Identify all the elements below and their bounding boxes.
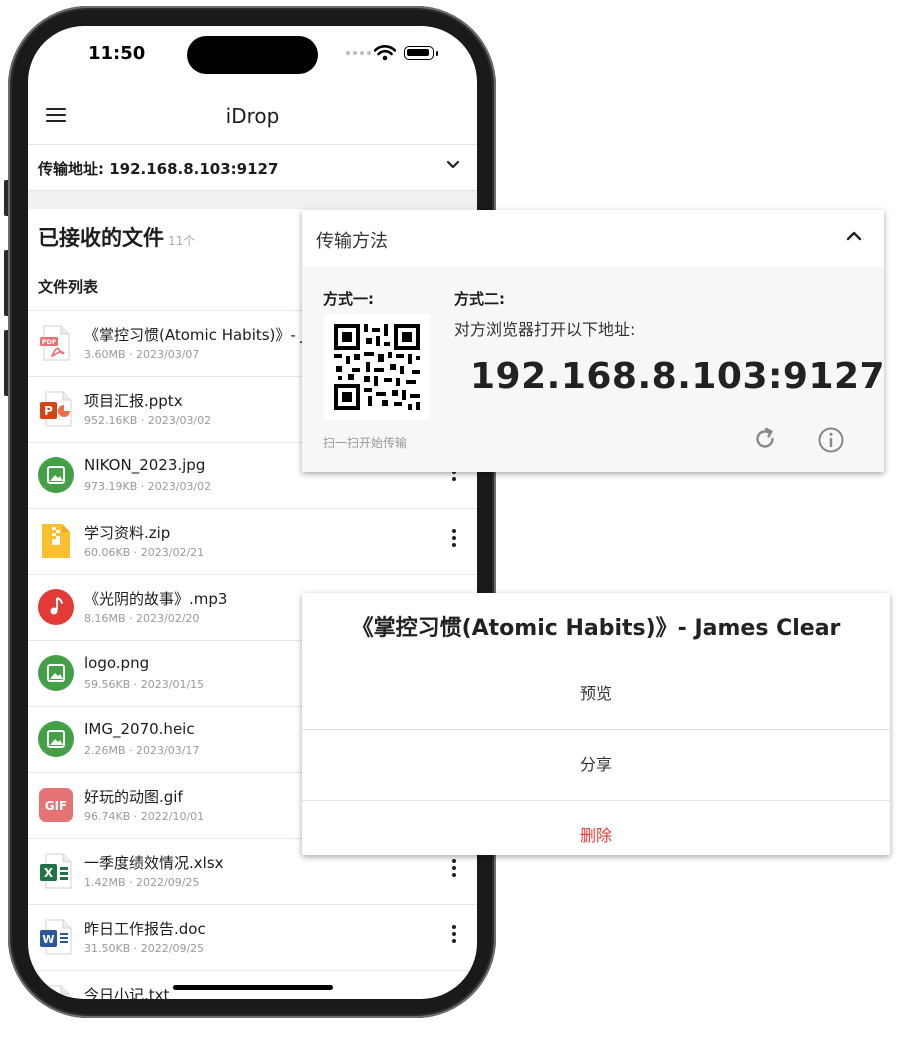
preview-button[interactable]: 预览: [302, 659, 890, 729]
file-action-sheet: 《掌控习惯(Atomic Habits)》- James Clear 预览 分享…: [302, 593, 890, 855]
file-meta: 8.16MB · 2023/02/20: [84, 612, 200, 625]
file-name: 今日小记.txt: [84, 986, 170, 999]
image-file-icon: [38, 457, 74, 493]
transfer-address-large: 192.168.8.103:9127: [470, 356, 886, 397]
xlsx-file-icon: X: [40, 853, 72, 889]
method-one-label: 方式一:: [323, 290, 374, 308]
doc-file-icon: W: [40, 919, 72, 955]
transfer-address-label: 传输地址: 192.168.8.103:9127: [38, 160, 279, 178]
more-vert-icon[interactable]: [448, 529, 460, 553]
image-file-icon: [38, 655, 74, 691]
transfer-address-row[interactable]: 传输地址: 192.168.8.103:9127: [28, 144, 477, 191]
file-list-header: 文件列表: [38, 278, 99, 296]
file-meta: 31.50KB · 2022/09/25: [84, 942, 205, 955]
file-row[interactable]: W 昨日工作报告.doc 31.50KB · 2022/09/25: [28, 905, 477, 971]
music-file-icon: [38, 589, 74, 625]
method-two-description: 对方浏览器打开以下地址:: [454, 320, 636, 339]
qr-caption: 扫一扫开始传输: [323, 436, 408, 450]
qr-code: [324, 314, 430, 420]
txt-file-icon: [43, 985, 70, 999]
gif-file-icon: GIF: [39, 788, 73, 822]
battery-icon: [404, 46, 434, 60]
pptx-file-icon: P: [40, 391, 72, 427]
section-divider: [28, 191, 477, 209]
file-meta: 3.60MB · 2023/03/07: [84, 348, 200, 361]
file-name: NIKON_2023.jpg: [84, 456, 206, 474]
more-vert-icon[interactable]: [448, 925, 460, 949]
app-title: iDrop: [225, 104, 280, 128]
svg-text:PDF: PDF: [42, 338, 57, 346]
chevron-down-icon[interactable]: [446, 160, 460, 170]
file-name: 《光阴的故事》.mp3: [84, 590, 228, 608]
transfer-method-header[interactable]: 传输方法: [302, 210, 884, 266]
file-meta: 1.42MB · 2022/09/25: [84, 876, 200, 889]
file-meta: 96.74KB · 2022/10/01: [84, 810, 205, 823]
received-files-title: 已接收的文件 11个: [38, 222, 195, 252]
svg-text:GIF: GIF: [45, 799, 68, 813]
battery-tip: [436, 51, 438, 56]
file-row[interactable]: 学习资料.zip 60.06KB · 2023/02/21: [28, 509, 477, 575]
refresh-icon[interactable]: [752, 426, 778, 452]
app-bar: iDrop: [28, 86, 477, 145]
file-name: 昨日工作报告.doc: [84, 920, 206, 938]
delete-button[interactable]: 删除: [302, 801, 890, 855]
file-meta: 2.26MB · 2023/03/17: [84, 744, 200, 757]
received-files-count: 11个: [168, 234, 196, 248]
cellular-signal-icon: [346, 51, 371, 55]
home-indicator[interactable]: [173, 985, 333, 990]
file-name: logo.png: [84, 654, 150, 672]
share-button[interactable]: 分享: [302, 730, 890, 800]
more-vert-icon[interactable]: [448, 859, 460, 883]
svg-text:X: X: [44, 866, 54, 880]
chevron-up-icon[interactable]: [846, 230, 862, 242]
wifi-icon: [374, 45, 396, 61]
method-two-label: 方式二:: [454, 290, 505, 308]
file-name: 一季度绩效情况.xlsx: [84, 854, 224, 872]
file-name: 好玩的动图.gif: [84, 788, 183, 806]
received-files-heading: 已接收的文件: [38, 226, 164, 250]
action-sheet-title: 《掌控习惯(Atomic Habits)》- James Clear: [351, 616, 841, 641]
file-meta: 59.56KB · 2023/01/15: [84, 678, 205, 691]
transfer-method-panel: 传输方法 方式一: 扫一扫开始传输 方式二: 对方浏览器打开以下地址: 192.…: [302, 210, 886, 472]
file-name: 项目汇报.pptx: [84, 392, 183, 410]
transfer-method-title: 传输方法: [316, 231, 388, 252]
file-name: 学习资料.zip: [84, 524, 171, 542]
image-file-icon: [38, 721, 74, 757]
file-meta: 952.16KB · 2023/03/02: [84, 414, 212, 427]
qr-code-icon: [334, 324, 420, 410]
file-meta: 973.19KB · 2023/03/02: [84, 480, 212, 493]
info-icon[interactable]: [817, 426, 845, 454]
pdf-file-icon: PDF: [40, 325, 70, 361]
status-time: 11:50: [88, 43, 146, 64]
file-meta: 60.06KB · 2023/02/21: [84, 546, 205, 559]
status-bar: 11:50: [28, 26, 477, 86]
svg-text:P: P: [44, 404, 53, 418]
dynamic-island: [187, 36, 318, 74]
file-name: IMG_2070.heic: [84, 720, 195, 738]
svg-text:W: W: [42, 933, 54, 946]
zip-file-icon: [42, 524, 70, 558]
